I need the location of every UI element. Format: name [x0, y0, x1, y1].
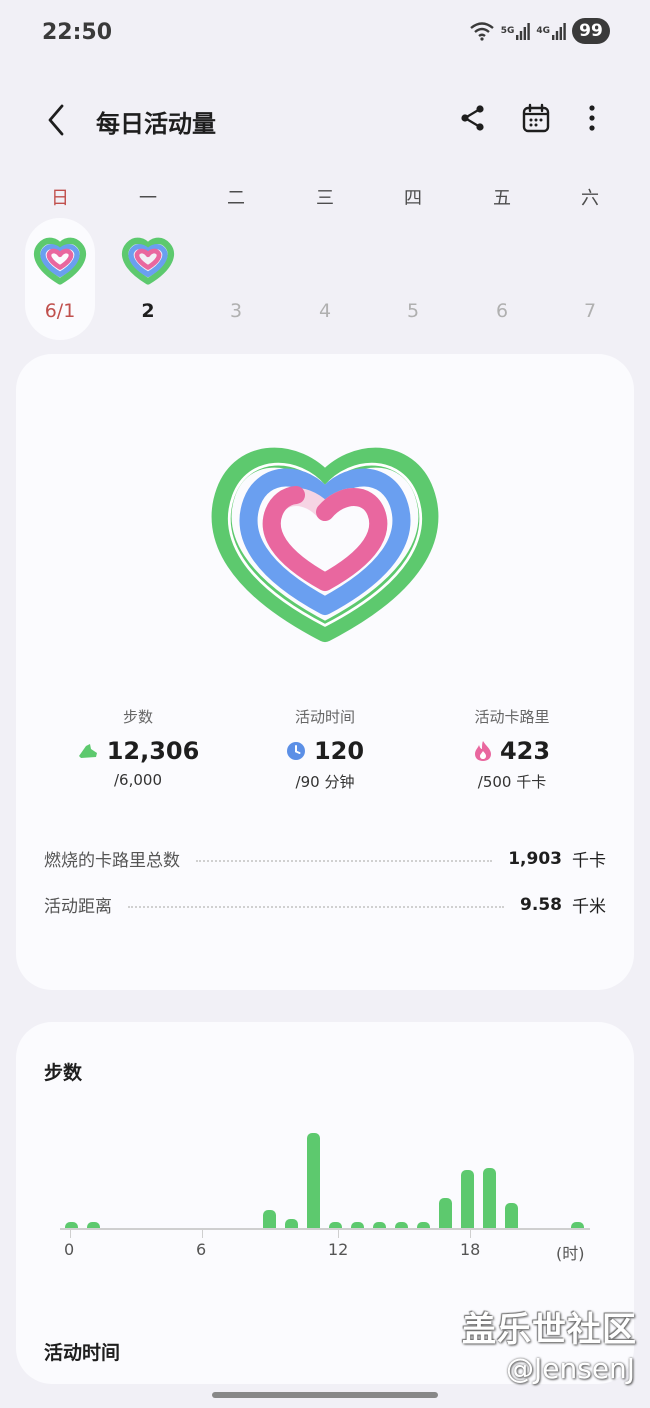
calendar-button[interactable] [516, 98, 556, 138]
summary-label: 活动距离 [44, 897, 112, 917]
summary-value: 9.58 [520, 894, 562, 915]
date-label: 2 [141, 300, 155, 322]
calendar-icon [522, 103, 550, 133]
day-cell-tue[interactable]: 3 [201, 218, 271, 340]
day-cell-sun[interactable]: 6/1 [25, 218, 95, 340]
activity-rings-heart [211, 447, 439, 642]
axis-tick [470, 1230, 471, 1238]
step-bar-hour-11 [307, 1133, 320, 1228]
weekday-wed: 三 [316, 188, 334, 209]
stat-calories-value: 423 [499, 737, 551, 765]
weekday-sun: 日 [51, 188, 69, 209]
stat-active-time-goal: /90 分钟 [295, 773, 355, 791]
status-time: 22:50 [42, 20, 113, 45]
stat-calories: 活动卡路里 423 /500 千卡 [412, 706, 612, 792]
summary-label: 燃烧的卡路里总数 [44, 851, 180, 871]
summary-row-total-calories: 燃烧的卡路里总数 1,903 千卡 [44, 846, 606, 872]
date-label: 3 [229, 300, 243, 322]
day-cell-fri[interactable]: 6 [467, 218, 537, 340]
stat-steps-goal: /6,000 [114, 771, 162, 789]
activity-heart-icon [34, 237, 86, 285]
activity-heart-icon [122, 237, 174, 285]
page-title: 每日活动量 [96, 110, 216, 138]
step-bar-hour-18 [461, 1170, 474, 1228]
axis-label-0: 0 [64, 1240, 75, 1259]
active-time-section-title: 活动时间 [44, 1342, 121, 1364]
summary-value: 1,903 [508, 848, 562, 869]
axis-label-unit: (时) [556, 1244, 585, 1263]
dotted-leader [196, 859, 493, 862]
date-label: 4 [318, 300, 332, 322]
date-label: 6/1 [44, 300, 76, 322]
day-cell-wed[interactable]: 4 [290, 218, 360, 340]
weekday-fri: 五 [493, 188, 511, 209]
step-bar-hour-20 [505, 1203, 518, 1228]
network-5g-label: 5G [500, 26, 515, 36]
dotted-leader [128, 905, 505, 908]
wifi-icon [469, 22, 494, 41]
weekday-thu: 四 [404, 188, 422, 209]
clock-icon [286, 742, 305, 760]
battery-indicator: 99 [572, 18, 610, 44]
more-vertical-icon [589, 105, 595, 131]
weekday-tue: 二 [227, 188, 245, 209]
axis-tick [202, 1230, 203, 1238]
watermark-title: 盖乐世社区 [462, 1310, 637, 1350]
weekday-mon: 一 [139, 188, 157, 209]
axis-label-6: 6 [196, 1240, 207, 1259]
summary-row-distance: 活动距离 9.58 千米 [44, 892, 606, 918]
stat-calories-goal: /500 千卡 [477, 773, 547, 791]
home-indicator[interactable] [212, 1392, 438, 1398]
chevron-left-icon [48, 104, 64, 136]
date-label: 6 [495, 300, 509, 322]
more-options-button[interactable] [572, 98, 612, 138]
stat-active-time-label: 活动时间 [294, 708, 355, 726]
flame-icon [474, 741, 491, 761]
share-button[interactable] [453, 98, 493, 138]
signal-icon-1 [516, 23, 531, 40]
step-bar-hour-19 [483, 1168, 496, 1228]
stat-calories-label: 活动卡路里 [474, 708, 550, 726]
stat-active-time: 活动时间 120 /90 分钟 [225, 706, 425, 792]
day-cell-sat[interactable]: 7 [555, 218, 625, 340]
stat-steps-label: 步数 [122, 708, 153, 726]
axis-label-12: 12 [328, 1240, 349, 1259]
weekday-sat: 六 [581, 188, 599, 209]
axis-label-18: 18 [460, 1240, 481, 1259]
stat-active-time-value: 120 [313, 737, 365, 765]
chart-axis [60, 1228, 590, 1230]
stat-steps-value: 12,306 [106, 737, 200, 765]
date-label: 7 [583, 300, 597, 322]
steps-chart-title: 步数 [44, 1062, 83, 1084]
step-bar-hour-10 [285, 1219, 298, 1228]
day-cell-thu[interactable]: 5 [378, 218, 448, 340]
watermark-handle: @JensenJ [506, 1352, 636, 1385]
stat-steps: 步数 12,306 /6,000 [38, 706, 238, 789]
signal-icon-2 [552, 23, 566, 40]
network-4g-label: 4G [536, 26, 550, 36]
summary-unit: 千卡 [572, 851, 606, 871]
step-bar-hour-9 [263, 1210, 276, 1228]
axis-tick [70, 1230, 71, 1238]
step-bar-hour-17 [439, 1198, 452, 1228]
back-button[interactable] [34, 100, 78, 140]
date-label: 5 [406, 300, 420, 322]
day-cell-mon[interactable]: 2 [113, 218, 183, 340]
status-icons: 5G 4G 99 [469, 18, 610, 44]
axis-tick [338, 1230, 339, 1238]
summary-unit: 千米 [572, 897, 606, 917]
share-icon [461, 105, 484, 131]
shoe-icon [78, 744, 97, 758]
